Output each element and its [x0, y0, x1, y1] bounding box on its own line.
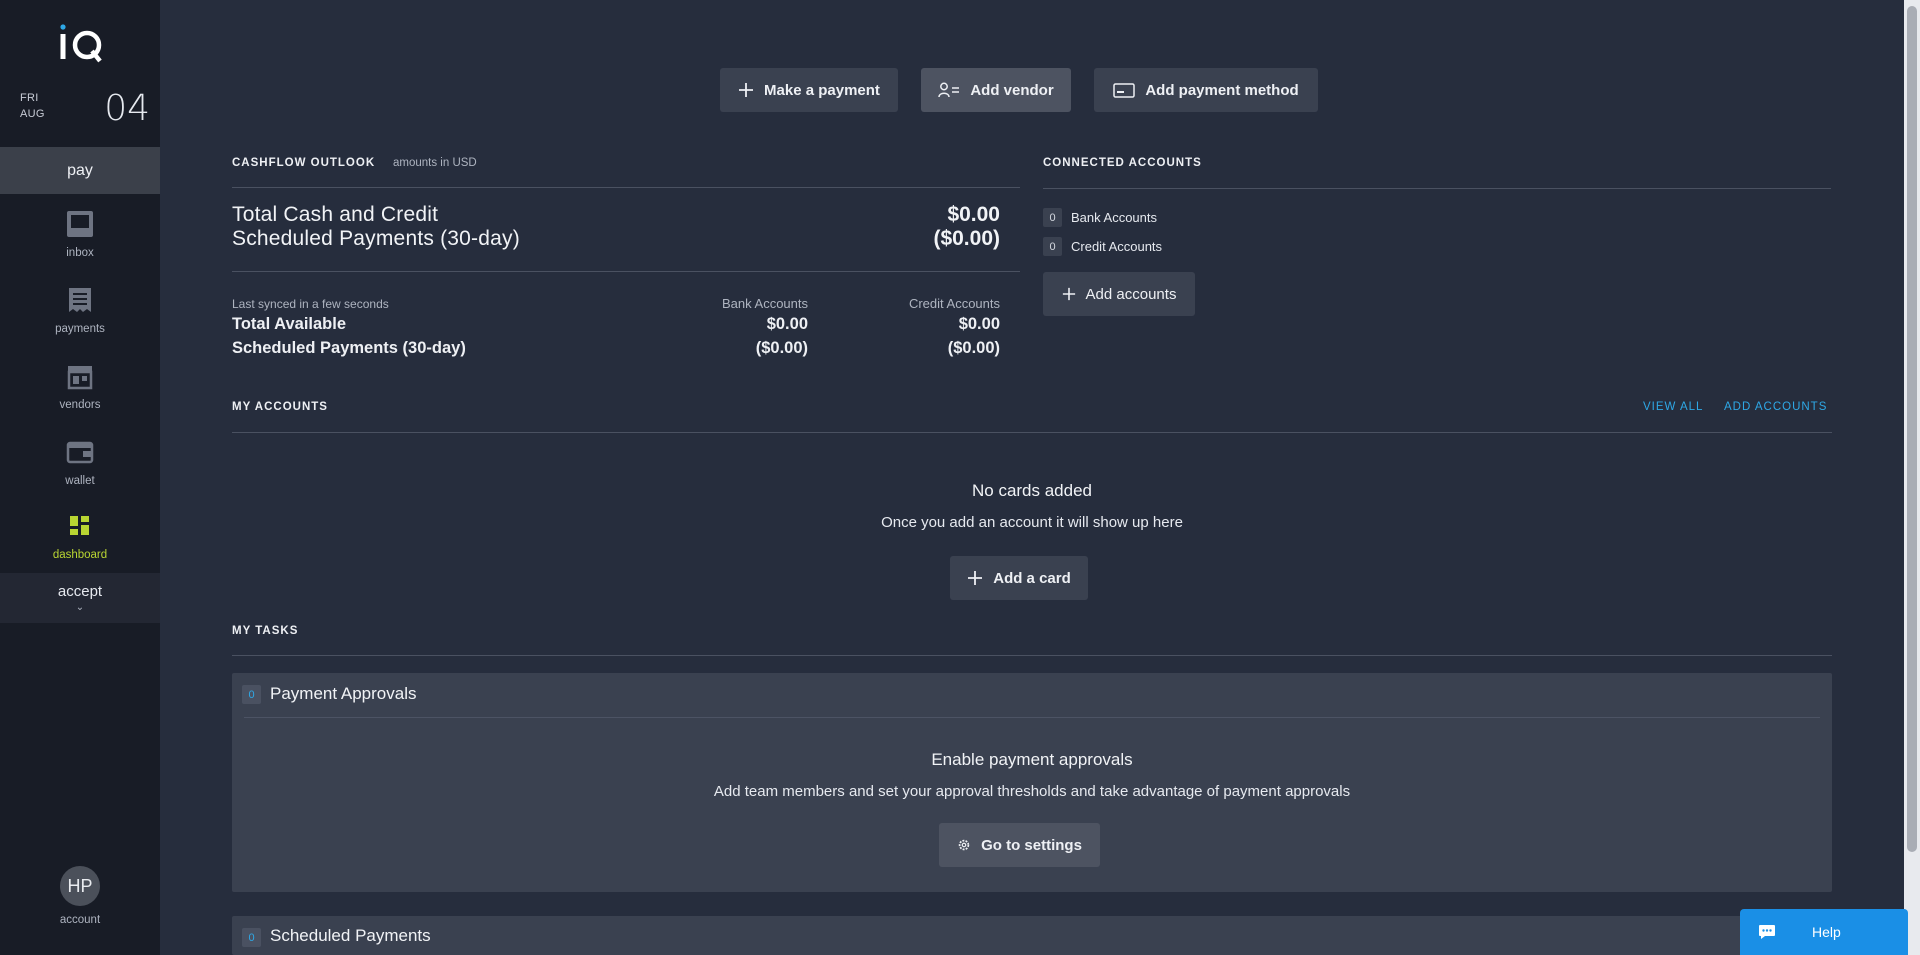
sidebar-item-wallet[interactable]: wallet [0, 430, 160, 500]
sidebar-item-payments[interactable]: payments [0, 278, 160, 348]
total-available-label: Total Available [232, 315, 347, 333]
enable-approvals-title: Enable payment approvals [931, 750, 1133, 769]
bank-accounts-label: Bank Accounts [1071, 210, 1157, 225]
scheduled-payments-card: 0 Scheduled Payments [232, 916, 1832, 955]
dashboard-icon [70, 516, 89, 535]
chat-icon [1759, 925, 1775, 939]
scheduled-title[interactable]: Scheduled Payments [270, 926, 431, 946]
card-icon [1113, 83, 1136, 98]
chevron-down-icon: ⌄ [75, 602, 85, 613]
sidebar-item-dashboard[interactable]: dashboard [0, 504, 160, 574]
add-accounts-link[interactable]: ADD ACCOUNTS [1724, 401, 1827, 413]
section-accept-label: accept [57, 583, 103, 600]
date-month: AUG [20, 108, 45, 120]
view-all-link[interactable]: VIEW ALL [1643, 401, 1703, 413]
sidebar-item-label: vendors [59, 399, 101, 411]
scheduled-payments-amount: ($0.00) [933, 227, 1000, 250]
credit-available-value: $0.00 [958, 315, 1000, 333]
scrollbar-thumb[interactable] [1907, 6, 1917, 852]
page-scrollbar[interactable] [1904, 0, 1920, 955]
sidebar-item-label: payments [55, 323, 105, 335]
my-tasks-heading: MY TASKS [232, 625, 299, 637]
make-payment-label: Make a payment [764, 81, 880, 99]
divider [232, 655, 1832, 656]
connected-accounts-heading: CONNECTED ACCOUNTS [1043, 157, 1202, 169]
plus-icon [739, 83, 754, 97]
add-vendor-label: Add vendor [970, 81, 1054, 99]
sidebar-item-label: dashboard [52, 549, 108, 561]
make-payment-button[interactable]: Make a payment [720, 68, 898, 112]
plus-icon [968, 571, 983, 585]
store-icon [67, 366, 93, 390]
currency-note: amounts in USD [393, 157, 477, 169]
sidebar-item-vendors[interactable]: vendors [0, 354, 160, 424]
divider [1043, 188, 1831, 189]
total-cash-credit-amount: $0.00 [947, 203, 1000, 226]
plus-icon [1062, 287, 1075, 301]
go-to-settings-label: Go to settings [981, 836, 1082, 854]
credit-accounts-label: Credit Accounts [1071, 239, 1163, 254]
add-person-icon [938, 82, 960, 98]
gear-icon [958, 839, 970, 851]
receipt-icon [69, 288, 91, 312]
cashflow-heading: CASHFLOW OUTLOOK [232, 157, 376, 169]
add-card-button[interactable]: Add a card [950, 556, 1088, 600]
wallet-icon [66, 441, 94, 464]
add-accounts-label: Add accounts [1085, 285, 1177, 303]
date-day: 04 [104, 88, 150, 129]
section-accept[interactable]: accept ⌄ [0, 573, 160, 623]
col-head-bank: Bank Accounts [722, 296, 808, 311]
no-cards-subtitle: Once you add an account it will show up … [881, 514, 1183, 531]
my-accounts-heading: MY ACCOUNTS [232, 401, 328, 413]
no-cards-title: No cards added [971, 481, 1093, 500]
total-cash-credit-label: Total Cash and Credit [232, 203, 439, 226]
sidebar-item-label: inbox [66, 247, 94, 259]
approvals-title[interactable]: Payment Approvals [270, 684, 416, 704]
account-label: account [59, 914, 101, 926]
scheduled-count: 0 [242, 928, 261, 947]
inbox-icon [67, 211, 93, 237]
sidebar-item-label: wallet [65, 475, 95, 487]
help-label: Help [1812, 924, 1841, 940]
col-head-credit: Credit Accounts [908, 296, 1000, 311]
scheduled-30day-label: Scheduled Payments (30-day) [232, 339, 466, 357]
add-vendor-button[interactable]: Add vendor [921, 68, 1071, 112]
last-synced-text: Last synced in a few seconds [232, 297, 389, 311]
help-button[interactable]: Help [1740, 909, 1908, 955]
date-display: FRI AUG 04 [20, 88, 150, 130]
go-to-settings-button[interactable]: Go to settings [939, 823, 1100, 867]
add-payment-method-label: Add payment method [1145, 81, 1299, 99]
scheduled-payments-label: Scheduled Payments (30-day) [232, 227, 520, 250]
sidebar: FRI AUG 04 pay inbox payments vendors wa… [0, 0, 160, 955]
account-menu[interactable]: HP account [0, 866, 160, 936]
approvals-count: 0 [242, 685, 261, 704]
brand-logo[interactable] [58, 24, 104, 64]
bank-available-value: $0.00 [766, 315, 808, 333]
add-card-label: Add a card [993, 569, 1071, 587]
bank-accounts-count: 0 [1043, 208, 1062, 227]
divider [232, 432, 1832, 433]
avatar: HP [60, 866, 100, 906]
section-pay[interactable]: pay [0, 147, 160, 194]
sidebar-item-inbox[interactable]: inbox [0, 202, 160, 272]
divider [244, 717, 1820, 718]
date-weekday: FRI [20, 92, 39, 104]
add-accounts-button[interactable]: Add accounts [1043, 272, 1195, 316]
add-payment-method-button[interactable]: Add payment method [1094, 68, 1318, 112]
divider [232, 271, 1020, 272]
divider [232, 187, 1020, 188]
credit-scheduled-value: ($0.00) [947, 339, 1000, 357]
bank-scheduled-value: ($0.00) [755, 339, 808, 357]
credit-accounts-count: 0 [1043, 237, 1062, 256]
enable-approvals-subtitle: Add team members and set your approval t… [713, 783, 1351, 800]
